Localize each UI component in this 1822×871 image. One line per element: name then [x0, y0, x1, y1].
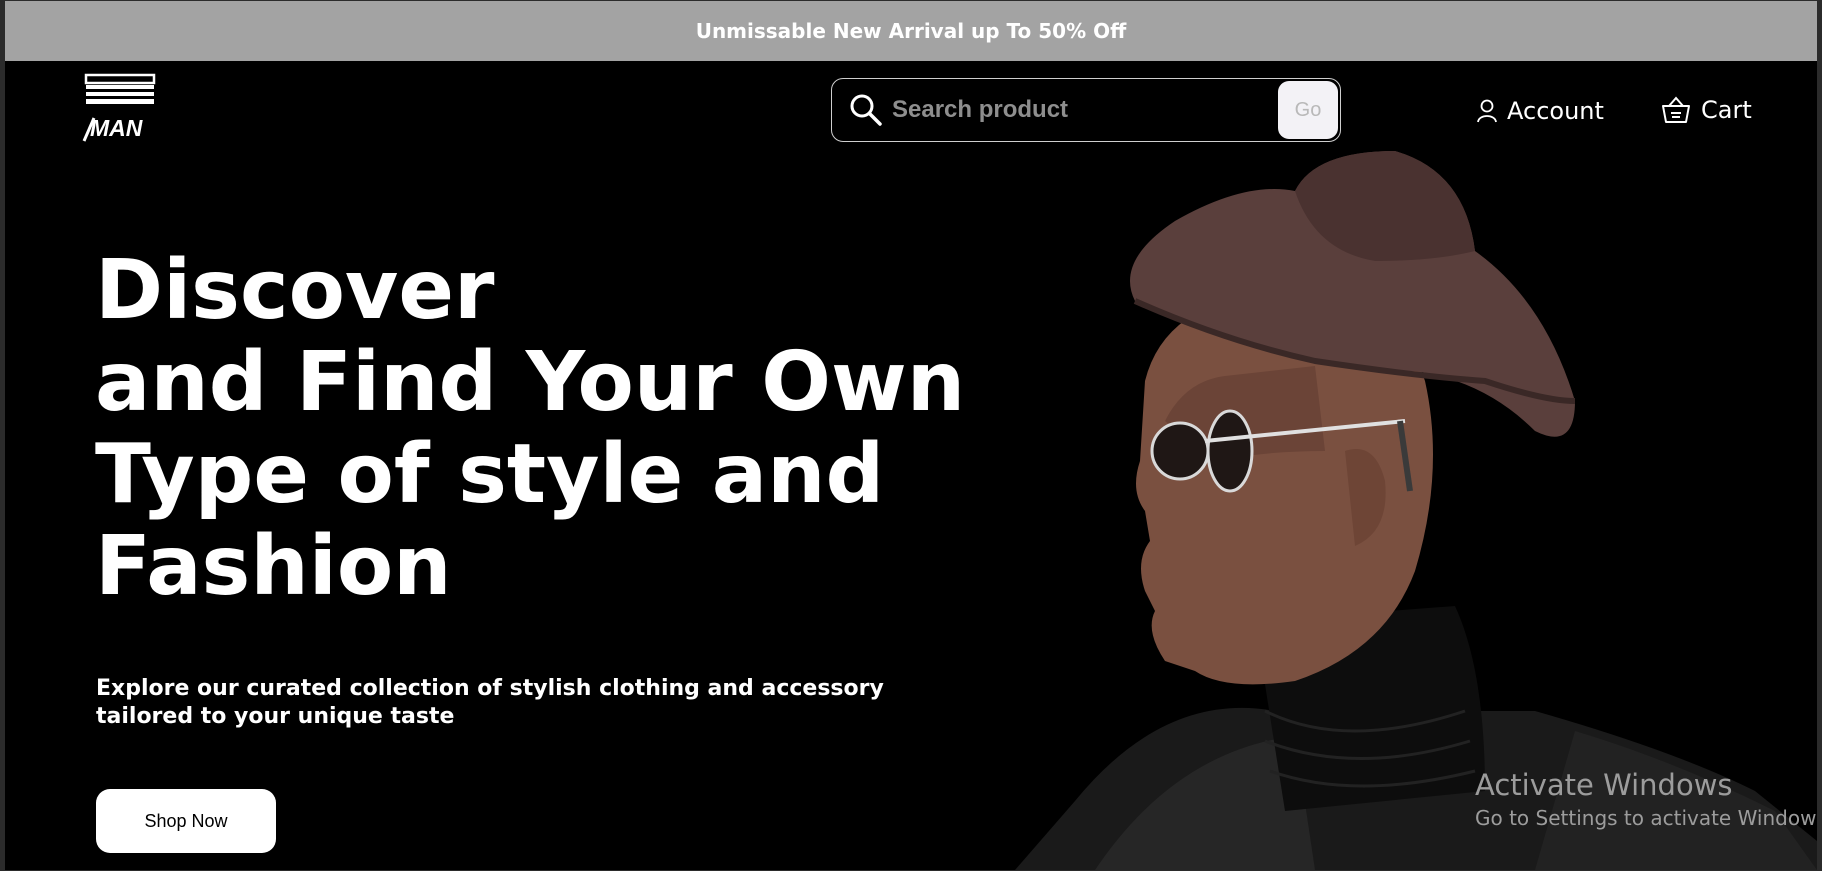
hero-title-line: Type of style and: [95, 427, 885, 522]
brand-logo[interactable]: MAN: [80, 73, 160, 143]
basket-icon: [1662, 96, 1690, 123]
search-icon: [850, 94, 882, 126]
hero-title: Discover and Find Your Own Type of style…: [95, 245, 995, 613]
hero-model-image: [1015, 151, 1817, 870]
search-bar: Go: [831, 78, 1341, 142]
cart-label: Cart: [1701, 96, 1752, 124]
watermark-title: Activate Windows: [1475, 768, 1733, 802]
shop-now-button[interactable]: Shop Now: [96, 789, 276, 853]
hero-subtitle: Explore our curated collection of stylis…: [96, 676, 884, 729]
cart-link[interactable]: Cart: [1661, 93, 1752, 127]
search-input[interactable]: [892, 91, 1282, 129]
hero-title-line: Discover: [95, 243, 495, 338]
windows-activation-watermark: Activate Windows Go to Settings to activ…: [1475, 767, 1817, 833]
hero-title-line: Fashion: [95, 519, 452, 614]
user-icon: [1477, 99, 1497, 123]
watermark-subtitle: Go to Settings to activate Windows.: [1475, 806, 1817, 830]
promo-banner: Unmissable New Arrival up To 50% Off: [5, 1, 1817, 61]
account-link[interactable]: Account: [1477, 95, 1604, 127]
hero-title-line: and Find Your Own: [95, 335, 966, 430]
promo-text: Unmissable New Arrival up To 50% Off: [695, 19, 1127, 43]
account-label: Account: [1507, 97, 1604, 125]
search-go-button[interactable]: Go: [1278, 81, 1338, 139]
logo-text: MAN: [90, 115, 143, 141]
page: Unmissable New Arrival up To 50% Off MAN…: [5, 1, 1817, 870]
